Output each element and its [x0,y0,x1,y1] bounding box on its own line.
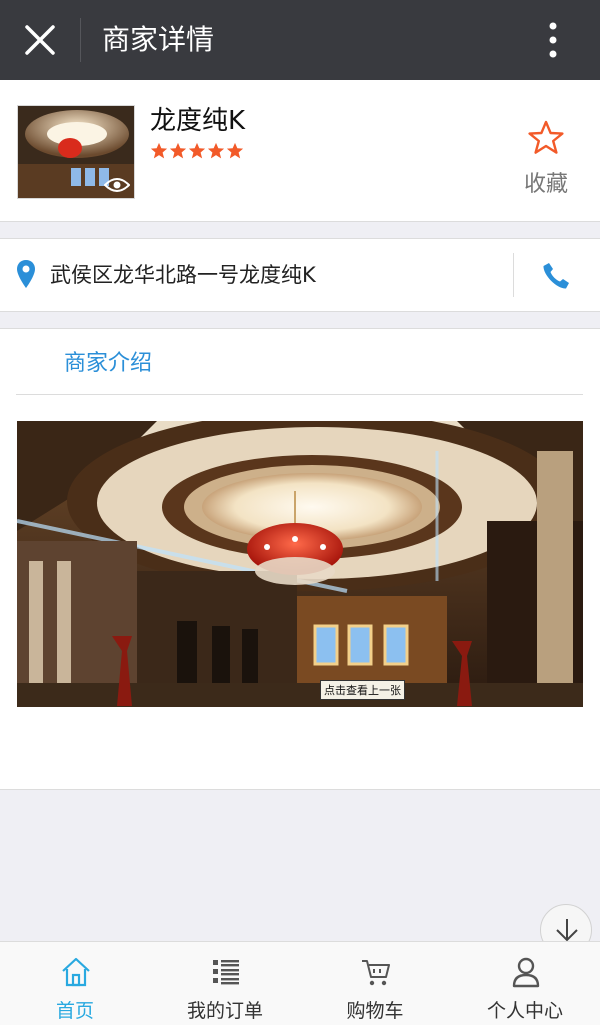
tab-home[interactable]: 首页 [0,942,150,1025]
user-icon [512,957,540,988]
address-text: 武侯区龙华北路一号龙度纯K [50,263,316,287]
address-divider [513,253,514,297]
intro-divider [16,394,583,395]
star-outline-icon [528,120,564,154]
tab-label-home: 首页 [55,1000,94,1022]
header-divider [80,18,81,62]
more-vertical-icon[interactable] [538,20,568,60]
tab-cart[interactable]: 购物车 [300,942,450,1025]
shop-name: 龙度纯K [150,106,246,136]
star-filled-icon [188,142,206,159]
view-eye-icon [104,178,130,192]
rating-stars [150,142,244,162]
home-icon [62,957,90,987]
intro-section: 商家介绍 点击查看上一张 [0,328,600,790]
top-bar: 商家详情 [0,0,600,80]
star-filled-icon [207,142,225,159]
tab-profile[interactable]: 个人中心 [450,942,600,1025]
bottom-tab-bar: 首页 我的订单 购物车 个人中心 [0,941,600,1025]
star-filled-icon [226,142,244,159]
shop-card: 龙度纯K 收藏 [0,80,600,222]
cart-icon [362,960,390,986]
star-filled-icon [169,142,187,159]
order-list-icon [213,960,239,985]
tab-orders[interactable]: 我的订单 [150,942,300,1025]
address-row[interactable]: 武侯区龙华北路一号龙度纯K [0,238,600,312]
close-icon[interactable] [22,22,58,58]
phone-icon[interactable] [541,261,571,291]
favorite-button[interactable]: 收藏 [515,120,577,198]
tab-label-profile: 个人中心 [486,1000,563,1022]
page-title: 商家详情 [102,23,215,56]
location-pin-icon [17,260,35,288]
favorite-label: 收藏 [523,172,568,197]
photo-caption[interactable]: 点击查看上一张 [320,680,405,700]
tab-merchant-intro[interactable]: 商家介绍 [64,345,152,377]
shop-thumbnail[interactable] [17,105,135,199]
merchant-photo[interactable]: 点击查看上一张 [17,421,583,707]
tab-label-cart: 购物车 [346,1000,404,1022]
star-filled-icon [150,142,168,159]
tab-label-orders: 我的订单 [186,1000,263,1022]
